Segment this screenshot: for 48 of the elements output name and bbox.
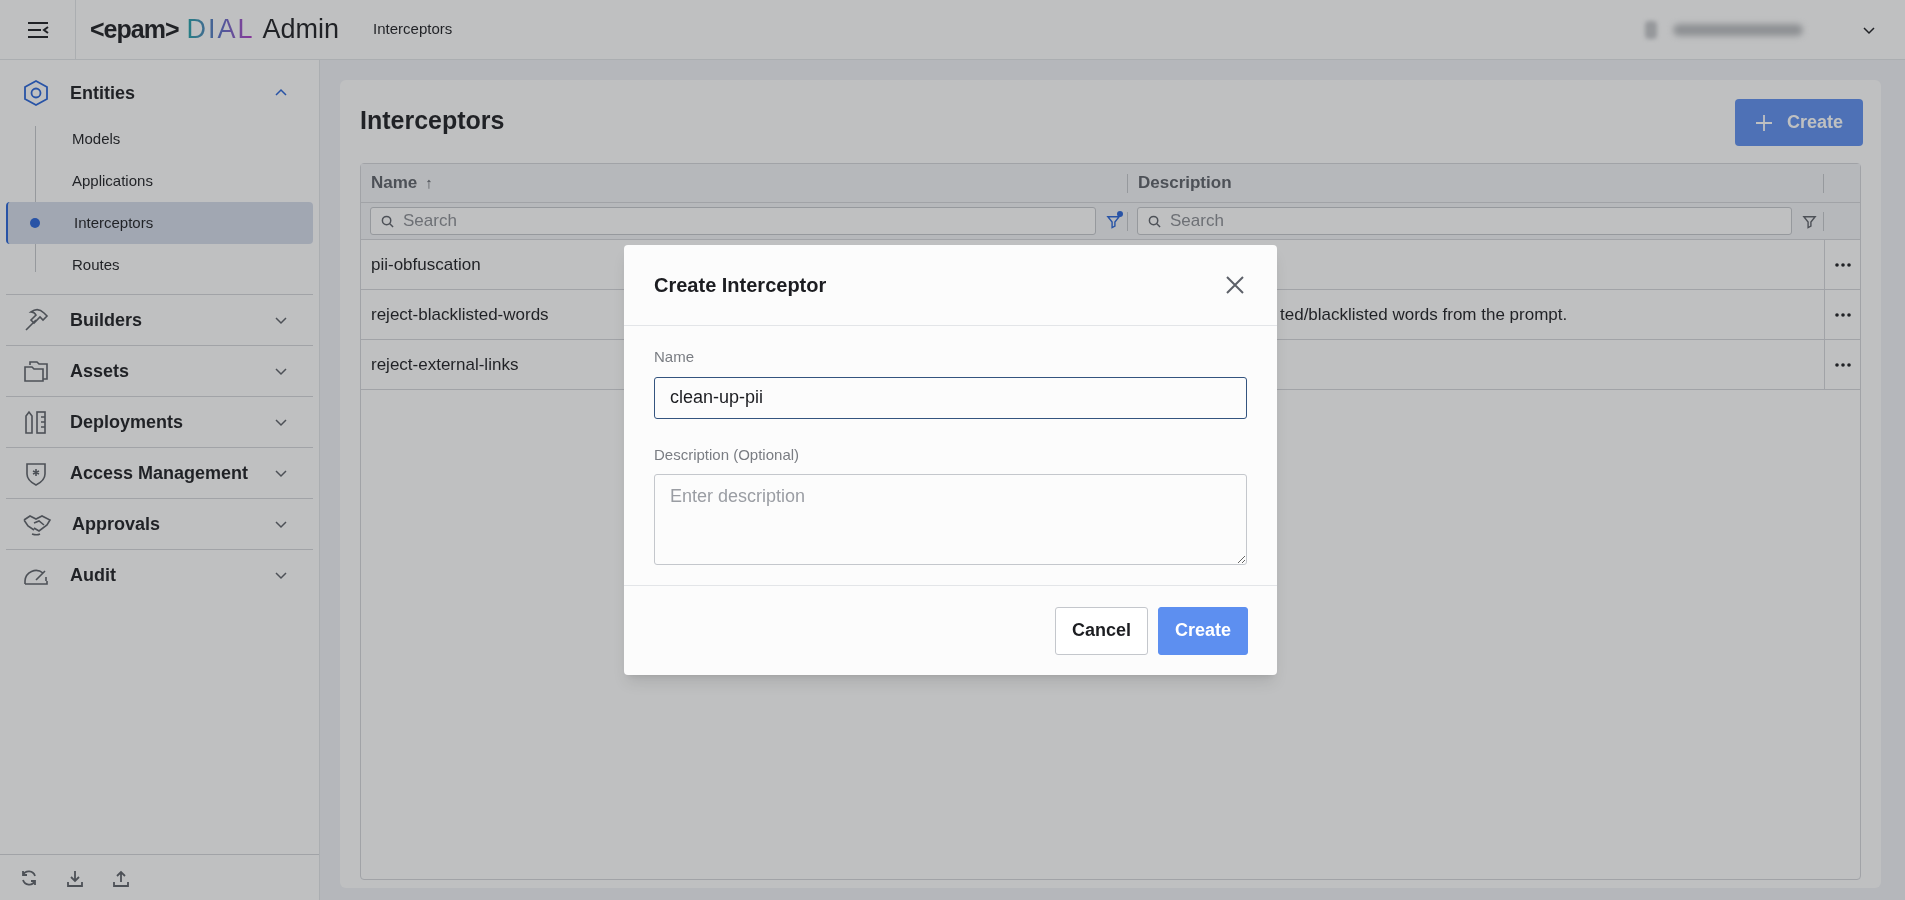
nav-label: Assets: [70, 359, 131, 383]
nav-group[interactable]: Deployments: [6, 397, 313, 447]
search-field[interactable]: Search: [370, 207, 1096, 235]
column-header[interactable]: Description: [1138, 170, 1232, 196]
table-cell-text: reject-blacklisted-words: [371, 303, 549, 326]
table-cell-text: pii-obfuscation: [371, 253, 481, 276]
logo-suffix: Admin: [262, 13, 340, 47]
more-icon: [1834, 362, 1851, 367]
nav-group[interactable]: Entities: [6, 68, 313, 118]
nav-group[interactable]: Builders: [6, 295, 313, 345]
search-field[interactable]: Search: [1137, 207, 1792, 235]
table-cell-text: reject-external-links: [371, 353, 519, 376]
more-icon: [1834, 262, 1851, 267]
page-title: Interceptors: [360, 105, 505, 136]
field-label: Name: [654, 347, 695, 367]
name-field[interactable]: clean-up-pii: [654, 376, 1247, 419]
nav-item[interactable]: Models: [6, 118, 313, 160]
dialog-title: Create Interceptor: [654, 273, 827, 298]
nav-label: Access Management: [70, 461, 250, 485]
more-icon: [1834, 312, 1851, 317]
nav-group[interactable]: Assets: [6, 346, 313, 396]
brand-logo: <epam>: [90, 14, 179, 46]
filter-button[interactable]: [1104, 212, 1122, 230]
search-icon: [1148, 215, 1161, 228]
nav-group[interactable]: Audit: [6, 550, 313, 600]
nav-group[interactable]: Approvals: [6, 499, 313, 549]
nav-label: Deployments: [70, 410, 185, 434]
nav-label: Entities: [70, 81, 136, 105]
menu-icon: [25, 19, 50, 40]
nav-item[interactable]: Routes: [6, 244, 313, 286]
cancel-button[interactable]: Cancel: [1054, 606, 1148, 655]
nav-label: Builders: [70, 308, 144, 332]
nav-label: Audit: [70, 563, 117, 587]
plus-icon: [1754, 113, 1773, 132]
search-icon: [381, 215, 394, 228]
nav-label: Approvals: [72, 512, 162, 536]
close-icon: [1225, 275, 1245, 295]
nav-icon: [22, 79, 50, 107]
nav-group[interactable]: Access Management: [6, 448, 313, 498]
breadcrumb: Interceptors: [373, 19, 453, 40]
description-field[interactable]: Enter description: [654, 474, 1247, 565]
filter-icon: [1801, 213, 1817, 229]
filter-icon: [1105, 213, 1121, 229]
nav-item[interactable]: Applications: [6, 160, 313, 202]
field-label: Description (Optional): [654, 444, 801, 465]
column-header[interactable]: Name ↑: [371, 170, 433, 196]
table-cell-text: ted/blacklisted words from the prompt.: [1280, 303, 1568, 326]
nav-item[interactable]: Interceptors: [6, 202, 313, 244]
